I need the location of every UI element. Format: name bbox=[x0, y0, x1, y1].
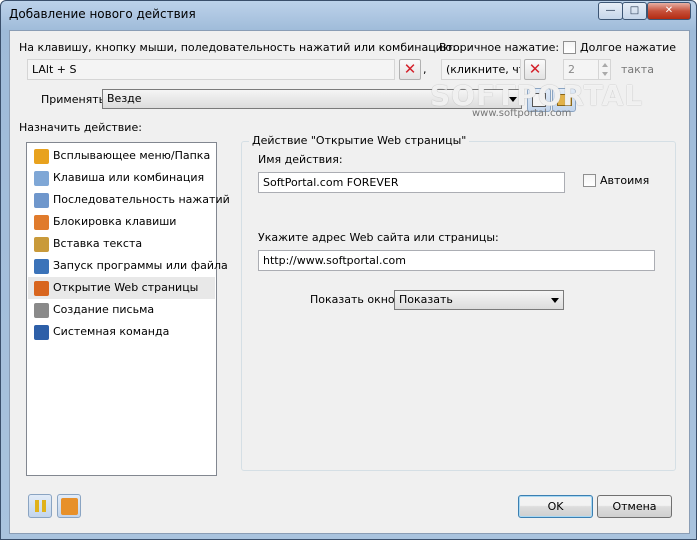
long-press-checkbox[interactable] bbox=[563, 41, 576, 54]
action-name-field[interactable]: SoftPortal.com FOREVER bbox=[258, 172, 565, 193]
paste-text-icon bbox=[34, 237, 49, 252]
app-logo-button[interactable] bbox=[57, 494, 81, 518]
list-item[interactable]: Создание письма bbox=[28, 299, 215, 321]
hotkey-label: На клавишу, кнопку мыши, поледовательнос… bbox=[19, 41, 456, 54]
chevron-down-icon bbox=[551, 298, 559, 303]
assign-action-label: Назначить действие: bbox=[19, 121, 142, 134]
close-window-button[interactable]: ✕ bbox=[647, 2, 691, 20]
list-item[interactable]: Запуск программы или файла bbox=[28, 255, 228, 277]
list-item[interactable]: Клавиша или комбинация bbox=[28, 167, 215, 189]
dialog-client-area: На клавишу, кнопку мыши, поледовательнос… bbox=[9, 30, 690, 534]
run-program-icon bbox=[34, 259, 49, 274]
pause-button[interactable] bbox=[28, 494, 52, 518]
list-item-label: Запуск программы или файла bbox=[53, 259, 228, 272]
show-window-value: Показать bbox=[399, 293, 453, 306]
spin-up-icon[interactable] bbox=[602, 63, 608, 67]
mail-icon bbox=[34, 303, 49, 318]
list-item[interactable]: Блокировка клавиши bbox=[28, 211, 215, 233]
secondary-press-field[interactable]: (кликните, что bbox=[441, 59, 521, 80]
secondary-press-label: Вторичное нажатие: bbox=[439, 41, 560, 54]
clear-secondary-button[interactable]: ✕ bbox=[524, 59, 546, 80]
group-title: Действие "Открытие Web страницы" bbox=[249, 134, 470, 147]
maximize-button[interactable]: □ bbox=[622, 2, 647, 20]
list-item-label: Всплывающее меню/Папка bbox=[53, 149, 211, 162]
window-title: Добавление нового действия bbox=[9, 7, 196, 21]
list-item-label: Последовательность нажатий bbox=[53, 193, 230, 206]
watermark-url: www.softportal.com bbox=[472, 108, 572, 119]
list-item-label: Создание письма bbox=[53, 303, 155, 316]
list-item-label: Открытие Web страницы bbox=[53, 281, 199, 294]
key-lock-icon bbox=[34, 215, 49, 230]
list-item[interactable]: Всплывающее меню/Папка bbox=[28, 145, 215, 167]
comma-separator: , bbox=[423, 63, 427, 76]
web-globe-icon bbox=[34, 281, 49, 296]
show-window-combo[interactable]: Показать bbox=[394, 290, 564, 310]
pause-bar-icon bbox=[35, 500, 39, 512]
list-item-label: Вставка текста bbox=[53, 237, 143, 250]
system-command-icon bbox=[34, 325, 49, 340]
apply-scope-value: Везде bbox=[107, 92, 142, 105]
ticks-unit-label: такта bbox=[621, 63, 654, 76]
action-type-list[interactable]: Всплывающее меню/Папка Клавиша или комбин… bbox=[26, 142, 230, 476]
minimize-button[interactable]: — bbox=[598, 2, 623, 20]
clear-x-icon: ✕ bbox=[403, 60, 417, 78]
ticks-spinner[interactable] bbox=[598, 60, 610, 79]
um-logo-icon bbox=[61, 498, 78, 515]
autoname-checkbox[interactable] bbox=[583, 174, 596, 187]
action-name-label: Имя действия: bbox=[258, 153, 343, 166]
list-item[interactable]: Последовательность нажатий bbox=[28, 189, 230, 211]
list-item-label: Клавиша или комбинация bbox=[53, 171, 205, 184]
autoname-label: Автоимя bbox=[600, 174, 650, 187]
long-press-label: Долгое нажатие bbox=[580, 41, 677, 54]
ok-button[interactable]: OK bbox=[518, 495, 593, 518]
apply-label: Применять bbox=[41, 93, 106, 106]
dialog-window: Добавление нового действия — □ ✕ На клав… bbox=[0, 0, 697, 540]
list-item-label: Системная команда bbox=[53, 325, 170, 338]
title-bar[interactable]: Добавление нового действия — □ ✕ bbox=[1, 1, 696, 29]
clear-hotkey-button[interactable]: ✕ bbox=[399, 59, 421, 80]
cancel-button[interactable]: Отмена bbox=[597, 495, 672, 518]
list-item[interactable]: Открытие Web страницы bbox=[28, 277, 215, 299]
clear-x-icon: ✕ bbox=[528, 60, 542, 78]
list-item[interactable]: Системная команда bbox=[28, 321, 215, 343]
url-field[interactable]: http://www.softportal.com bbox=[258, 250, 655, 271]
pause-bar-icon bbox=[42, 500, 46, 512]
key-sequence-icon bbox=[34, 193, 49, 208]
list-item[interactable]: Вставка текста bbox=[28, 233, 215, 255]
show-window-label: Показать окно bbox=[310, 293, 395, 306]
hotkey-field[interactable]: LAlt + S bbox=[27, 59, 395, 80]
spin-down-icon[interactable] bbox=[602, 72, 608, 76]
keyboard-key-icon bbox=[34, 171, 49, 186]
list-item-label: Блокировка клавиши bbox=[53, 215, 177, 228]
folder-menu-icon bbox=[34, 149, 49, 164]
url-label: Укажите адрес Web сайта или страницы: bbox=[258, 231, 499, 244]
